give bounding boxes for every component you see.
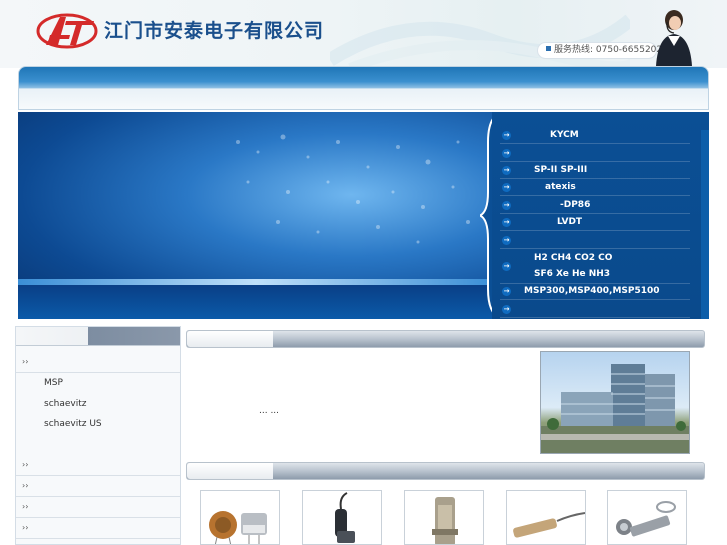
arrow-right-icon: → xyxy=(502,166,511,175)
products-panel-header xyxy=(186,462,705,480)
arrow-right-icon: → xyxy=(502,131,511,140)
category-label-line1: H2 CH4 CO2 CO xyxy=(534,253,613,263)
category-label: KYCM xyxy=(550,130,579,140)
arrow-right-icon: → xyxy=(502,305,511,314)
arrow-right-icon: → xyxy=(502,183,511,192)
category-label: -DP86 xyxy=(560,200,591,210)
banner-pattern xyxy=(236,134,470,244)
menu-edge xyxy=(701,130,709,319)
products-panel-tab xyxy=(187,463,273,479)
category-label: SP-II SP-III xyxy=(534,165,588,175)
category-item[interactable]: → xyxy=(500,145,690,162)
category-item[interactable]: → MSP300,MSP400,MSP5100 xyxy=(500,283,690,300)
sidebar-item[interactable]: ›› xyxy=(16,518,180,539)
sidebar-product-nav: ›› MSP schaevitz schaevitz US ›› ›› ›› ›… xyxy=(15,326,181,545)
category-item[interactable]: → H2 CH4 CO2 CO SF6 Xe He NH3 xyxy=(500,250,690,284)
main-nav-bar xyxy=(18,66,709,110)
double-chevron-icon: ›› xyxy=(22,481,29,490)
phone-icon xyxy=(546,46,551,51)
double-chevron-icon: ›› xyxy=(22,502,29,511)
arrow-right-icon: → xyxy=(502,149,511,158)
hotline-text: 服务热线: 0750-6655202 xyxy=(554,45,663,55)
category-item[interactable]: → -DP86 xyxy=(500,197,690,214)
sidebar-item[interactable]: ›› xyxy=(16,476,180,497)
hotline: 服务热线: 0750-6655202 xyxy=(537,42,662,59)
displacement-sensor-image xyxy=(513,512,585,538)
category-item[interactable]: → atexis xyxy=(500,179,690,196)
product-thumbnail[interactable] xyxy=(607,490,687,545)
intro-panel-tab xyxy=(187,331,273,347)
building-illustration xyxy=(541,364,689,453)
category-label: LVDT xyxy=(557,217,583,227)
sidebar-header xyxy=(16,327,180,346)
product-thumbnail[interactable] xyxy=(302,490,382,545)
category-label-line2: SF6 Xe He NH3 xyxy=(534,269,611,279)
product-thumbnail[interactable] xyxy=(200,490,280,545)
sidebar-subitem[interactable]: schaevitz US xyxy=(44,419,102,429)
category-label: atexis xyxy=(545,182,576,192)
pressure-transmitter-image xyxy=(432,497,458,544)
arrow-right-icon: → xyxy=(502,201,511,210)
category-item[interactable]: → xyxy=(500,301,690,318)
lvdt-sensor-image xyxy=(616,501,676,537)
double-chevron-icon: ›› xyxy=(22,460,29,469)
company-logo[interactable] xyxy=(36,11,98,51)
sidebar-item[interactable]: ›› xyxy=(16,352,180,373)
intro-text: ... ... xyxy=(259,406,280,416)
product-thumbnail[interactable] xyxy=(506,490,586,545)
hero-banner xyxy=(18,112,494,319)
category-item[interactable]: → KYCM xyxy=(500,127,690,144)
category-label: MSP300,MSP400,MSP5100 xyxy=(524,286,660,296)
arrow-right-icon: → xyxy=(502,218,511,227)
pressure-sensor-image xyxy=(335,492,355,543)
sidebar-item[interactable]: ›› xyxy=(16,497,180,518)
sidebar-subitem[interactable]: MSP xyxy=(44,378,63,388)
arrow-right-icon: → xyxy=(502,236,511,245)
arrow-right-icon: → xyxy=(502,262,511,271)
product-category-menu: → KYCM → → SP-II SP-III → atexis → -DP86… xyxy=(492,112,709,319)
double-chevron-icon: ›› xyxy=(22,357,29,366)
product-thumbnail[interactable] xyxy=(404,490,484,545)
category-item[interactable]: → LVDT xyxy=(500,214,690,231)
sidebar-subitem[interactable]: schaevitz xyxy=(44,399,86,409)
intro-panel-header xyxy=(186,330,705,348)
banner-lower-strip xyxy=(18,285,494,319)
site-header: 江门市安泰电子有限公司 服务热线: 0750-6655202 xyxy=(0,0,727,68)
arrow-right-icon: → xyxy=(502,287,511,296)
customer-service-photo xyxy=(656,10,692,66)
company-building-photo[interactable] xyxy=(540,351,690,454)
category-item[interactable]: → xyxy=(500,232,690,249)
sensor-connector-image xyxy=(209,511,267,544)
sidebar-item[interactable]: ›› xyxy=(16,455,180,476)
double-chevron-icon: ›› xyxy=(22,523,29,532)
company-name: 江门市安泰电子有限公司 xyxy=(104,20,325,42)
category-item[interactable]: → SP-II SP-III xyxy=(500,162,690,179)
